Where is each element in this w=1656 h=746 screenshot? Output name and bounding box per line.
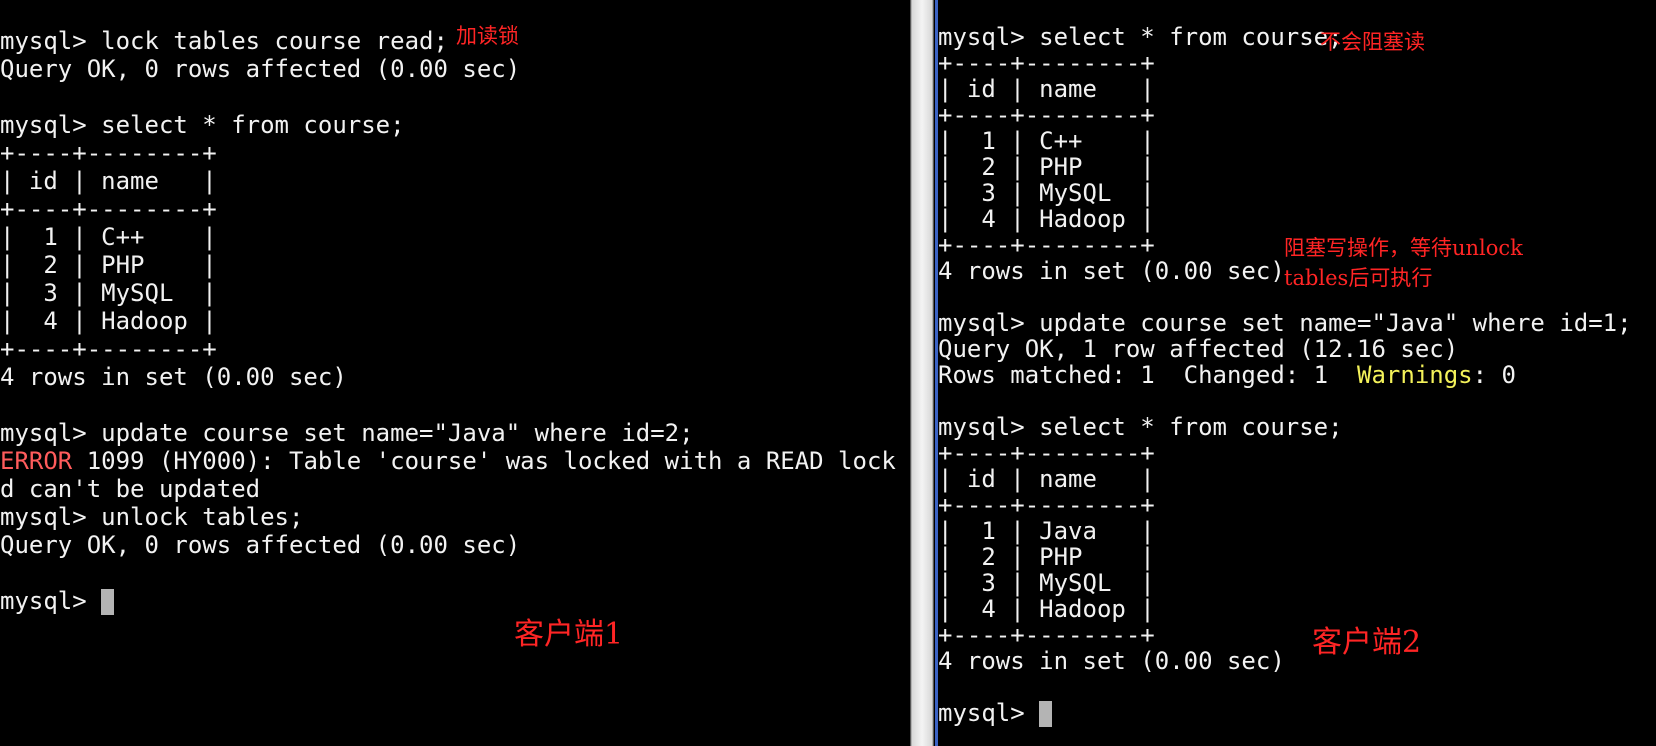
annotation-block-write-line-2: tables后可执行 bbox=[1284, 266, 1433, 290]
terminal-output[interactable]: mysql> lock tables course read; Query OK,… bbox=[0, 27, 908, 615]
terminal-line: mysql> unlock tables; bbox=[0, 503, 304, 531]
terminal-line: +----+--------+ bbox=[938, 491, 1155, 519]
terminal-line: mysql> select * from course; bbox=[0, 111, 405, 139]
terminal-prompt-line: mysql> bbox=[0, 587, 908, 615]
terminal-line: | 2 | PHP | bbox=[0, 251, 217, 279]
terminal-line: +----+--------+ bbox=[0, 139, 217, 167]
terminal-line: | 1 | C++ | bbox=[938, 127, 1155, 155]
terminal-line: +----+--------+ bbox=[938, 101, 1155, 129]
terminal-line: | 4 | Hadoop | bbox=[938, 205, 1155, 233]
terminal-line: 4 rows in set (0.00 sec) bbox=[938, 647, 1285, 675]
annotation-no-block-read: 不会阻塞读 bbox=[1320, 30, 1425, 54]
terminal-line: mysql> select * from course; bbox=[938, 23, 1343, 51]
terminal-line: mysql> select * from course; bbox=[938, 413, 1343, 441]
terminal-line: Rows matched: 1 Changed: 1 Warnings: 0 bbox=[938, 362, 1632, 388]
terminal-line: +----+--------+ bbox=[938, 49, 1155, 77]
terminal-line: | 1 | C++ | bbox=[0, 223, 217, 251]
terminal-line: | 2 | PHP | bbox=[938, 543, 1155, 571]
mysql-prompt: mysql> bbox=[938, 699, 1040, 727]
terminal-line: Query OK, 0 rows affected (0.00 sec) bbox=[0, 55, 521, 83]
terminal-cursor[interactable] bbox=[1039, 701, 1053, 727]
client-2-label: 客户端2 bbox=[1312, 625, 1422, 660]
terminal-line: | id | name | bbox=[938, 75, 1155, 103]
terminal-line: +----+--------+ bbox=[938, 439, 1155, 467]
terminal-line: | 3 | MySQL | bbox=[938, 179, 1155, 207]
warnings-keyword: Warnings bbox=[1357, 361, 1473, 389]
terminal-split-view: mysql> lock tables course read; Query OK,… bbox=[0, 0, 1656, 746]
terminal-line: Query OK, 0 rows affected (0.00 sec) bbox=[0, 531, 521, 559]
terminal-pane-client-1[interactable]: mysql> lock tables course read; Query OK,… bbox=[0, 0, 908, 746]
terminal-line: | 4 | Hadoop | bbox=[938, 595, 1155, 623]
warnings-count: : 0 bbox=[1472, 361, 1516, 389]
terminal-line: | 4 | Hadoop | bbox=[0, 307, 217, 335]
terminal-line: +----+--------+ bbox=[938, 621, 1155, 649]
client-1-label: 客户端1 bbox=[514, 617, 624, 652]
error-keyword: ERROR bbox=[0, 447, 73, 475]
annotation-block-write-line-1: 阻塞写操作，等待unlock bbox=[1284, 236, 1523, 260]
pane-splitter[interactable] bbox=[908, 0, 938, 746]
terminal-line: | 2 | PHP | bbox=[938, 153, 1155, 181]
terminal-cursor[interactable] bbox=[101, 589, 115, 615]
terminal-line: d can't be updated bbox=[0, 475, 261, 503]
terminal-line: +----+--------+ bbox=[0, 195, 217, 223]
terminal-line: | id | name | bbox=[938, 465, 1155, 493]
error-message: 1099 (HY000): Table 'course' was locked … bbox=[72, 447, 908, 475]
terminal-error-line: ERROR 1099 (HY000): Table 'course' was l… bbox=[0, 447, 908, 475]
annotation-read-lock: 加读锁 bbox=[456, 24, 519, 48]
terminal-line: 4 rows in set (0.00 sec) bbox=[0, 363, 347, 391]
mysql-prompt: mysql> bbox=[0, 587, 102, 615]
terminal-line: mysql> lock tables course read; bbox=[0, 27, 448, 55]
terminal-line: Query OK, 1 row affected (12.16 sec) bbox=[938, 335, 1459, 363]
rows-matched-text: Rows matched: 1 Changed: 1 bbox=[938, 361, 1358, 389]
terminal-pane-client-2[interactable]: mysql> select * from course; +----+------… bbox=[938, 0, 1656, 746]
terminal-output[interactable]: mysql> select * from course; +----+------… bbox=[938, 23, 1632, 727]
splitter-handle[interactable] bbox=[910, 0, 934, 746]
terminal-line: | 3 | MySQL | bbox=[938, 569, 1155, 597]
terminal-line: | id | name | bbox=[0, 167, 217, 195]
terminal-line: mysql> update course set name="Java" whe… bbox=[938, 309, 1632, 337]
terminal-line: | 1 | Java | bbox=[938, 517, 1155, 545]
terminal-prompt-line: mysql> bbox=[938, 699, 1632, 727]
terminal-line: mysql> update course set name="Java" whe… bbox=[0, 419, 694, 447]
terminal-line: +----+--------+ bbox=[0, 335, 217, 363]
terminal-line: | 3 | MySQL | bbox=[0, 279, 217, 307]
